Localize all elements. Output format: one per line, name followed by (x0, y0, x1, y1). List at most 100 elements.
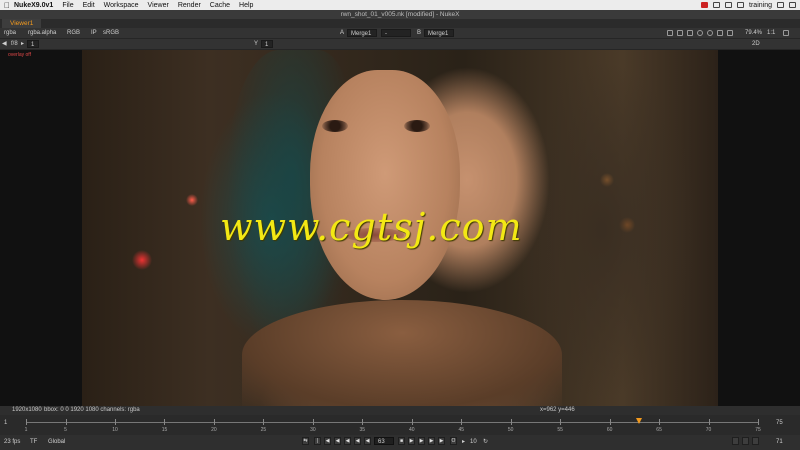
prev-key-icon[interactable]: ◀ (334, 437, 341, 445)
range-select[interactable]: Global (48, 438, 65, 446)
timeline-start[interactable]: 1 (4, 420, 7, 426)
overlay-label: overlay off (8, 52, 31, 58)
gamma-input[interactable]: 1 (261, 40, 273, 48)
last-frame-icon[interactable]: ▶ (438, 437, 445, 445)
proxy-icon[interactable] (687, 30, 693, 36)
window-title: rwn_shot_01_v005.nk [modified] - NukeX (0, 10, 800, 19)
recording-icon[interactable] (701, 2, 709, 8)
settings-icon[interactable] (783, 30, 789, 36)
roi-icon[interactable] (667, 30, 673, 36)
next-key-icon[interactable]: ▶ (428, 437, 435, 445)
fstop-value[interactable]: f/8 (11, 40, 18, 48)
stop-icon[interactable]: ■ (398, 437, 405, 445)
compare-select[interactable]: - (381, 29, 411, 37)
search-icon[interactable] (777, 2, 784, 8)
gpu-icon[interactable] (727, 30, 733, 36)
apple-icon[interactable]:  (0, 1, 14, 10)
input-a-label: A (340, 30, 345, 36)
menu-edit[interactable]: Edit (83, 2, 95, 9)
increment-input[interactable]: 10 (470, 438, 477, 446)
menu-app-name[interactable]: NukeX9.0v1 (14, 2, 53, 9)
input-a-select[interactable]: Merge1 (347, 29, 377, 37)
list-icon[interactable] (789, 2, 796, 8)
step-back-icon[interactable]: ◀ (344, 437, 351, 445)
timeline[interactable] (0, 415, 800, 435)
alpha-select[interactable]: rgba.alpha (28, 29, 56, 37)
zoom-level[interactable]: 79.4% (745, 29, 762, 37)
timeline-tick (411, 419, 413, 425)
timeline-tick-label: 10 (112, 427, 118, 433)
timeline-tick (758, 419, 759, 425)
right-eye (404, 120, 430, 132)
input-b-select[interactable]: Merge1 (424, 29, 454, 37)
timeline-tick (609, 419, 611, 425)
in-point-icon[interactable]: | (314, 437, 321, 445)
timeline-tick-label: 65 (656, 427, 662, 433)
playhead[interactable] (636, 418, 643, 424)
increment-forward-icon[interactable]: ↻ (483, 438, 488, 446)
bbox-readout: bbox: 0 0 1920 1080 channels: rgba (44, 407, 140, 413)
gain-arrow-icon[interactable]: ▸ (21, 40, 24, 48)
menu-help[interactable]: Help (239, 2, 253, 9)
lut-select[interactable]: sRGB (103, 29, 119, 37)
timeline-end[interactable]: 75 (776, 420, 783, 426)
ip-button[interactable]: IP (91, 29, 97, 37)
timeline-tick-label: 45 (458, 427, 465, 433)
face-shape (310, 70, 460, 300)
timeline-tick (362, 419, 364, 425)
play-icon[interactable]: ▶ (418, 437, 425, 445)
mark-icon[interactable] (752, 437, 759, 445)
clock-icon[interactable] (697, 30, 703, 36)
view-mode-select[interactable]: 2D (752, 40, 760, 48)
channels-select[interactable]: rgba (4, 29, 16, 37)
timeline-tick (461, 419, 463, 425)
fps-select[interactable]: 23 fps (4, 438, 20, 446)
refresh-icon[interactable] (717, 30, 723, 36)
increment-arrow-icon[interactable]: ▸ (462, 438, 465, 446)
loop-icon[interactable]: O (450, 437, 457, 445)
gain-input[interactable]: 1 (27, 40, 39, 48)
info-bar: 1920x1080 bbox: 0 0 1920 1080 channels: … (0, 406, 800, 415)
colorspace-select[interactable]: RGB (67, 29, 80, 37)
menu-cache[interactable]: Cache (210, 2, 230, 9)
monitor-icon[interactable] (742, 437, 749, 445)
cursor-coords: x=962 y=446 (540, 407, 575, 413)
format-readout: 1920x1080 (12, 407, 42, 413)
timeline-tick-label: 30 (310, 427, 316, 433)
left-eye (322, 120, 348, 132)
play-back-icon[interactable]: ◀ (354, 437, 361, 445)
bounce-icon[interactable]: ⇆ (302, 437, 309, 445)
menu-render[interactable]: Render (178, 2, 201, 9)
timeline-tick (164, 419, 166, 425)
tf-select[interactable]: TF (30, 438, 37, 446)
timeline-tick-label: 70 (705, 427, 712, 433)
menu-viewer[interactable]: Viewer (148, 2, 169, 9)
timeline-tick-label: 50 (507, 427, 514, 433)
step-back-one-icon[interactable]: ◀ (364, 437, 371, 445)
menu-file[interactable]: File (62, 2, 73, 9)
wifi-icon[interactable] (725, 2, 733, 8)
timeline-ruler[interactable] (26, 422, 758, 423)
frame-input[interactable]: 63 (374, 437, 394, 445)
step-forward-icon[interactable]: ▶ (408, 437, 415, 445)
user-name[interactable]: training (749, 2, 772, 9)
timeline-tick-label: 40 (409, 427, 415, 433)
pause-icon[interactable] (707, 30, 713, 36)
menu-workspace[interactable]: Workspace (104, 2, 139, 9)
timeline-tick-label: 20 (211, 427, 217, 433)
timeline-tick (65, 419, 67, 425)
end-frame-field[interactable]: 71 (776, 438, 783, 446)
timeline-tick (213, 419, 215, 425)
timeline-tick (708, 419, 710, 425)
display-icon[interactable] (713, 2, 721, 8)
tab-viewer1[interactable]: Viewer1 (2, 19, 42, 28)
camera-icon[interactable] (677, 30, 683, 36)
flipbook-icon[interactable] (732, 437, 739, 445)
play-reverse-icon[interactable]: ◀ (2, 40, 7, 48)
timeline-tick (263, 419, 265, 425)
first-frame-icon[interactable]: ◀ (324, 437, 331, 445)
timeline-tick-label: 55 (557, 427, 563, 433)
volume-icon[interactable] (737, 2, 745, 8)
timeline-tick (26, 419, 27, 425)
pixel-ratio[interactable]: 1:1 (767, 29, 775, 37)
